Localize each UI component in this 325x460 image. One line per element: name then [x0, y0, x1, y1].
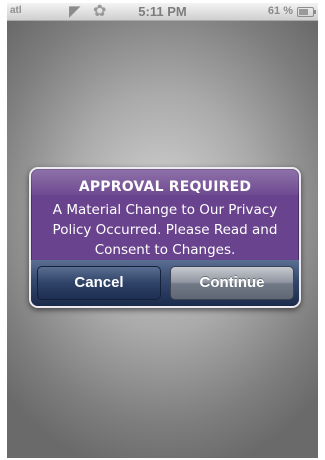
- alert-message: A Material Change to Our Privacy Policy …: [52, 202, 278, 258]
- battery-percent: 61 %: [267, 5, 293, 17]
- phone-screen: atl ◤ ✿ 5:11 PM 61 % APPROVAL REQUIRED A…: [7, 3, 318, 458]
- status-bar: atl ◤ ✿ 5:11 PM 61 %: [7, 3, 318, 21]
- battery-icon: [297, 7, 316, 17]
- alert-title: APPROVAL REQUIRED: [78, 179, 252, 195]
- continue-button[interactable]: Continue: [170, 266, 294, 300]
- cancel-button[interactable]: Cancel: [37, 266, 161, 300]
- alert-button-bar: Cancel Continue: [31, 260, 299, 306]
- approval-alert-dialog: APPROVAL REQUIRED A Material Change to O…: [29, 167, 301, 308]
- battery-fill: [299, 9, 309, 15]
